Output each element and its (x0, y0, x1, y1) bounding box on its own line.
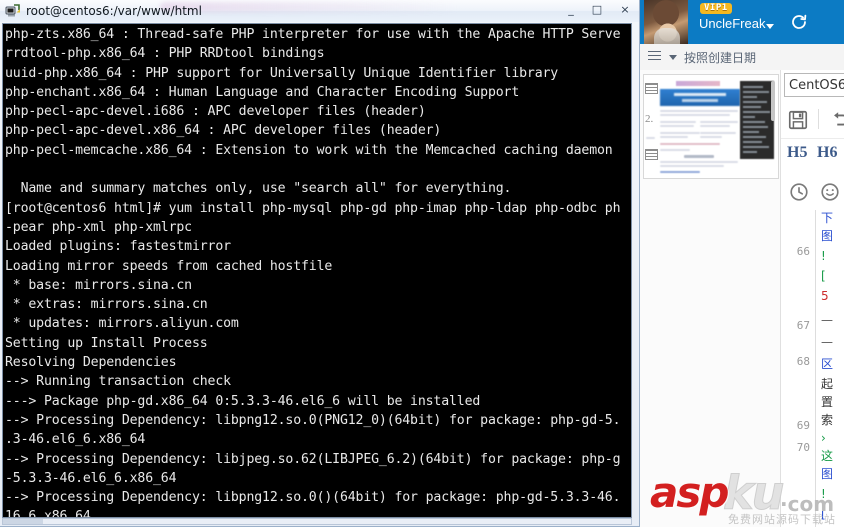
line-number-gutter: 66 67 68 69 70 (781, 210, 816, 527)
code-content[interactable]: 下 图 ! [ 5 — — 区 起 置 索 › 这 图 ! [ (821, 210, 844, 527)
sort-label[interactable]: 按照创建日期 (684, 49, 756, 66)
thumb-hero-line (674, 93, 726, 96)
clock-icon[interactable] (788, 181, 810, 203)
horizontal-scrollbar[interactable] (2, 518, 632, 525)
code-fragment: ! (821, 249, 826, 263)
putty-window: root@centos6:/var/www/html _ □ × php-zts… (0, 0, 640, 527)
emoji-icon[interactable] (819, 181, 841, 203)
post-list: 2. (640, 70, 781, 527)
chevron-down-icon[interactable] (669, 55, 677, 60)
minimize-button[interactable]: _ (558, 1, 584, 18)
code-fragment: 这 (821, 449, 834, 463)
list-item[interactable]: 2. (643, 74, 779, 179)
code-fragment: — (821, 313, 833, 327)
editor-toolbar-row-2: H5 H6 (781, 138, 844, 174)
heading-5-button[interactable]: H5 (787, 144, 807, 162)
list-item-index: 2. (645, 113, 654, 125)
line-number: 70 (796, 441, 810, 454)
maximize-button[interactable]: □ (584, 1, 610, 18)
code-fragment: › (821, 431, 826, 445)
document-icon (645, 149, 658, 160)
save-icon[interactable] (787, 109, 809, 131)
close-button[interactable]: × (612, 1, 638, 18)
post-title-input[interactable]: CentOS6.4安 (784, 73, 844, 97)
line-number: 69 (796, 419, 810, 432)
thumb-terminal (740, 81, 774, 159)
code-fragment: 起 (821, 377, 834, 391)
document-icon (645, 83, 658, 94)
code-fragment: 置 (821, 395, 834, 409)
chevron-down-icon[interactable] (766, 24, 774, 29)
screen-root: VIP1 UncleFreak 按照创建日期 2. CentOS H5 H6 6… (0, 0, 844, 527)
code-editor[interactable]: 66 67 68 69 70 下 图 ! [ 5 — — 区 起 置 索 › 这… (781, 210, 844, 527)
thumbnail-scrollbar[interactable] (771, 81, 775, 121)
code-fragment: ! (821, 487, 826, 501)
terminal-output: php-zts.x86_64 : Thread-safe PHP interpr… (5, 27, 621, 518)
editor-pane: CentOS6.4安 H5 H6 (781, 70, 844, 527)
line-number: 67 (796, 319, 810, 332)
thumb-band (676, 81, 720, 86)
line-number: 66 (796, 245, 810, 258)
code-fragment: 图 (821, 467, 834, 481)
blog-editor-window: VIP1 UncleFreak 按照创建日期 2. CentOS H5 H6 6… (640, 0, 844, 527)
code-fragment: — (821, 335, 833, 349)
divider (646, 137, 655, 139)
app-subbar: 按照创建日期 (640, 44, 844, 71)
post-thumbnail (658, 79, 776, 175)
titlebar-sheen (160, 2, 460, 12)
code-fragment: [ (821, 269, 826, 283)
putty-icon (5, 4, 20, 17)
code-fragment: [ (821, 507, 826, 521)
line-number: 68 (796, 355, 810, 368)
undo-icon[interactable] (829, 109, 844, 131)
vip-badge: VIP1 (700, 3, 732, 14)
window-titlebar[interactable]: root@centos6:/var/www/html _ □ × (0, 0, 639, 22)
window-title: root@centos6:/var/www/html (26, 4, 202, 18)
editor-toolbar-row-3 (781, 174, 844, 211)
thumb-hero-line (682, 99, 718, 102)
refresh-icon[interactable] (790, 13, 808, 31)
list-item-gutter: 2. (644, 75, 658, 178)
code-fragment: 图 (821, 229, 834, 243)
code-fragment: 区 (821, 357, 834, 371)
user-name[interactable]: UncleFreak (699, 16, 765, 32)
editor-toolbar-row-1 (781, 102, 844, 139)
thumb-hero (660, 89, 740, 106)
code-fragment: 5 (821, 289, 829, 303)
heading-6-button[interactable]: H6 (817, 144, 837, 162)
toolbar-separator (818, 109, 819, 129)
terminal-screen[interactable]: php-zts.x86_64 : Thread-safe PHP interpr… (2, 23, 632, 518)
avatar[interactable] (644, 0, 688, 44)
hamburger-icon[interactable] (648, 51, 661, 62)
scrollbar-thumb[interactable] (3, 519, 43, 524)
avatar-image (644, 0, 688, 44)
app-header: VIP1 UncleFreak (640, 0, 844, 44)
code-fragment: 索 (821, 413, 834, 427)
code-fragment: 下 (821, 211, 834, 225)
